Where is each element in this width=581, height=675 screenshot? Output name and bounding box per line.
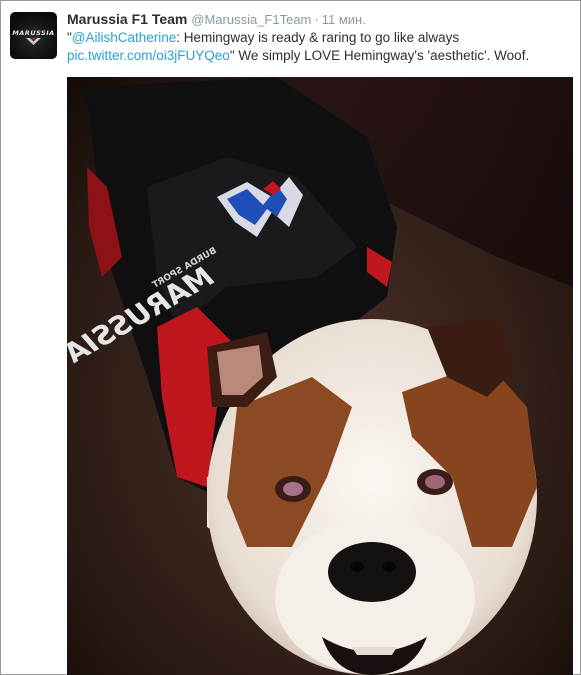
- tweet-timestamp[interactable]: 11 мин.: [322, 12, 366, 27]
- tweet-text-part2: " We simply LOVE Hemingway's 'aesthetic'…: [229, 48, 530, 63]
- meta-separator: ·: [314, 12, 319, 27]
- avatar[interactable]: MARUSSIA: [10, 12, 57, 59]
- tweet-photo[interactable]: MARUSSIA BURDA SPORT: [67, 77, 573, 675]
- tweet-card: MARUSSIA Marussia F1 Team @Marussia_F1Te…: [0, 0, 581, 675]
- bulldog-photo: MARUSSIA BURDA SPORT: [67, 77, 573, 675]
- marussia-logo-icon: [26, 38, 41, 45]
- author-name[interactable]: Marussia F1 Team: [67, 11, 187, 27]
- tweet-text-part1: : Hemingway is ready & raring to go like…: [176, 30, 460, 45]
- tweet-header: Marussia F1 Team @Marussia_F1Team · 11 мин…: [67, 11, 572, 28]
- author-handle[interactable]: @Marussia_F1Team: [191, 12, 311, 27]
- tweet-text: "@AilishCatherine: Hemingway is ready & …: [67, 29, 567, 65]
- media-link[interactable]: pic.twitter.com/oi3jFUYQeo: [67, 48, 230, 63]
- mention-link[interactable]: @AilishCatherine: [72, 30, 177, 45]
- avatar-logo-text: MARUSSIA: [12, 29, 55, 37]
